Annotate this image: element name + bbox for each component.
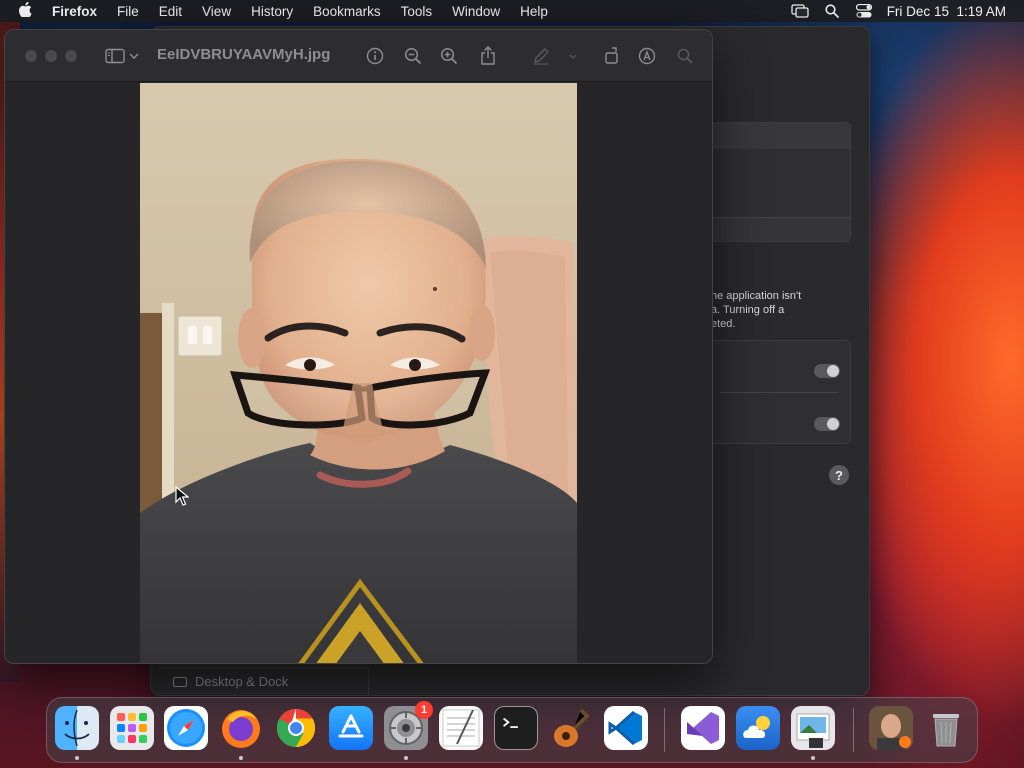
title-bar: EeIDVBRUYAAVMyH.jpg — [5, 30, 712, 82]
textedit-icon[interactable] — [439, 706, 483, 750]
sidebar-toggle-icon[interactable] — [105, 46, 125, 66]
dock-separator — [664, 708, 665, 752]
running-indicator — [75, 756, 79, 760]
settings-description: he application isn't a. Turning off a et… — [711, 290, 802, 330]
info-icon[interactable] — [365, 46, 385, 66]
zoom-button[interactable] — [65, 49, 77, 62]
settings-group-box — [691, 122, 851, 242]
menu-app-name[interactable]: Firefox — [42, 4, 107, 19]
control-center-icon[interactable] — [855, 4, 873, 18]
garageband-icon[interactable] — [549, 706, 593, 750]
menu-bar: Firefox File Edit View History Bookmarks… — [0, 0, 1024, 22]
document-title: EeIDVBRUYAAVMyH.jpg — [157, 46, 331, 63]
image-canvas — [5, 83, 712, 663]
zoom-out-icon[interactable] — [403, 46, 423, 66]
launchpad-icon[interactable] — [110, 706, 154, 750]
menubar-clock[interactable]: Fri Dec 15 1:19 AM — [887, 4, 1006, 19]
selfie-photo — [140, 83, 577, 663]
close-button[interactable] — [25, 49, 37, 62]
chevron-down-icon[interactable] — [127, 46, 141, 66]
menu-file[interactable]: File — [107, 4, 149, 19]
chrome-icon[interactable] — [274, 706, 318, 750]
dock-separator — [853, 708, 854, 752]
photo-illustration — [140, 83, 577, 663]
minimize-button[interactable] — [45, 49, 57, 62]
divider — [720, 392, 838, 393]
preview-window: EeIDVBRUYAAVMyH.jpg — [4, 29, 713, 664]
preview-icon[interactable] — [791, 706, 835, 750]
rotate-icon[interactable] — [602, 46, 622, 66]
running-indicator — [239, 756, 243, 760]
dock: 1 — [46, 697, 978, 763]
menu-help[interactable]: Help — [510, 4, 558, 19]
search-icon[interactable] — [823, 4, 841, 18]
terminal-icon[interactable] — [494, 706, 538, 750]
finder-icon[interactable] — [55, 706, 99, 750]
screen-mirroring-icon[interactable] — [791, 4, 809, 18]
settings-toggle-group — [691, 340, 851, 444]
sidebar-item-label: Desktop & Dock — [195, 674, 289, 689]
search-icon[interactable] — [675, 46, 695, 66]
app-store-icon[interactable] — [329, 706, 373, 750]
chevron-down-icon[interactable] — [567, 46, 579, 66]
menu-window[interactable]: Window — [442, 4, 510, 19]
notification-badge: 1 — [415, 701, 433, 719]
menu-edit[interactable]: Edit — [149, 4, 192, 19]
menu-tools[interactable]: Tools — [391, 4, 443, 19]
firefox-icon[interactable] — [219, 706, 263, 750]
menu-view[interactable]: View — [192, 4, 241, 19]
markup-pen-icon[interactable] — [531, 46, 551, 66]
zoom-in-icon[interactable] — [439, 46, 459, 66]
visual-studio-icon[interactable] — [681, 706, 725, 750]
mouse-cursor-icon — [175, 486, 189, 506]
share-icon[interactable] — [478, 46, 498, 66]
help-button[interactable]: ? — [829, 465, 849, 485]
vscode-icon[interactable] — [604, 706, 648, 750]
window-controls — [25, 49, 77, 62]
toggle-switch-1[interactable] — [814, 364, 840, 378]
running-indicator — [404, 756, 408, 760]
running-indicator — [811, 756, 815, 760]
display-icon — [173, 676, 187, 687]
group-footer — [692, 217, 850, 241]
downloads-stack-icon[interactable] — [869, 706, 913, 750]
menu-history[interactable]: History — [241, 4, 303, 19]
menu-bookmarks[interactable]: Bookmarks — [303, 4, 391, 19]
trash-icon[interactable] — [924, 706, 968, 750]
group-header — [692, 123, 850, 149]
safari-icon[interactable] — [164, 706, 208, 750]
apple-menu-icon[interactable] — [8, 1, 42, 21]
annotate-icon[interactable] — [637, 46, 657, 66]
sidebar-item-desktop-dock[interactable]: Desktop & Dock — [157, 667, 369, 695]
toggle-switch-2[interactable] — [814, 417, 840, 431]
weather-icon[interactable] — [736, 706, 780, 750]
